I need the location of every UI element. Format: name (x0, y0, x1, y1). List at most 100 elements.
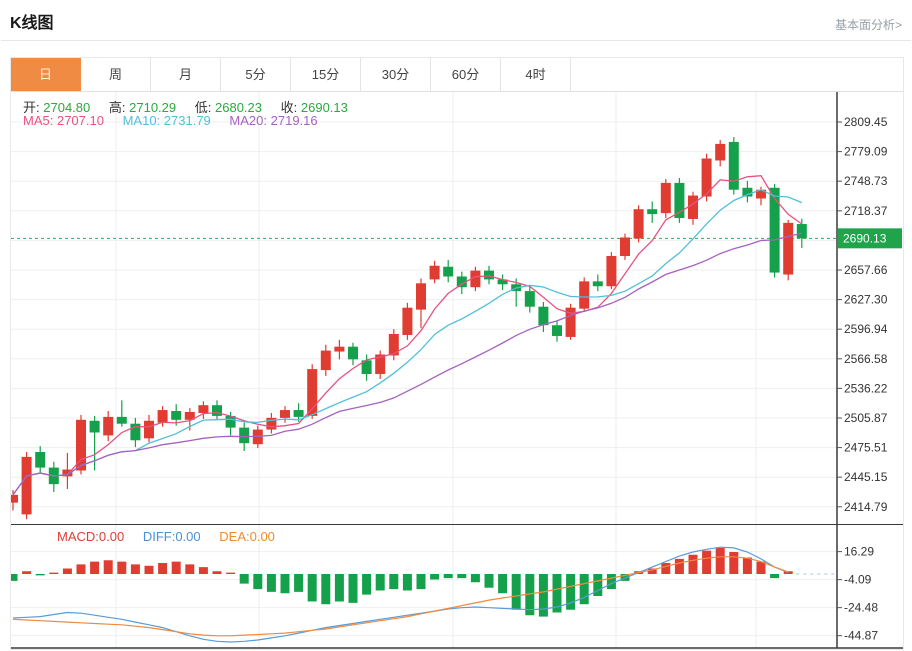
macd-bar (22, 571, 31, 574)
macd-bar (199, 567, 208, 574)
fundamental-analysis-link[interactable]: 基本面分析> (835, 16, 902, 33)
tab-week[interactable]: 周 (81, 58, 151, 91)
candle-body (783, 223, 793, 275)
macd-bar (675, 559, 684, 574)
tab-day[interactable]: 日 (11, 58, 81, 91)
macd-bar (607, 574, 616, 589)
candle-body (321, 351, 331, 370)
candle-body (430, 266, 440, 280)
candle-body (729, 142, 739, 190)
candlestick-series (11, 137, 807, 519)
svg-text:2414.79: 2414.79 (844, 500, 888, 514)
candle-body (443, 267, 453, 277)
macd-bar (485, 574, 494, 588)
chart-body[interactable]: 2809.452779.092748.732718.372657.662627.… (11, 92, 903, 649)
macd-bar (403, 574, 412, 590)
macd-bar (253, 574, 262, 589)
svg-text:2475.51: 2475.51 (844, 441, 888, 455)
tab-15min[interactable]: 15分 (291, 58, 361, 91)
candle-body (620, 237, 630, 256)
macd-bar (743, 558, 752, 574)
svg-text:2627.30: 2627.30 (844, 293, 888, 307)
macd-bar (716, 548, 725, 574)
svg-text:2536.22: 2536.22 (844, 381, 888, 395)
price-axis-labels: 2809.452779.092748.732718.372657.662627.… (837, 115, 888, 514)
header-divider (1, 40, 911, 41)
macd-bar (36, 574, 45, 575)
macd-bar (77, 564, 86, 574)
macd-bar (498, 574, 507, 593)
candle-body (212, 405, 222, 416)
macd-bar (267, 574, 276, 592)
svg-text:-24.48: -24.48 (844, 601, 878, 615)
macd-bar (145, 566, 154, 574)
macd-bar (158, 563, 167, 574)
candle-body (552, 325, 562, 336)
macd-bar (729, 552, 738, 574)
diff-line (13, 547, 788, 642)
tab-month[interactable]: 月 (151, 58, 221, 91)
svg-text:2748.73: 2748.73 (844, 174, 888, 188)
macd-bar (389, 574, 398, 589)
kline-chart-svg[interactable]: 2809.452779.092748.732718.372657.662627.… (11, 92, 903, 649)
macd-bar (770, 574, 779, 578)
macd-bar (335, 574, 344, 601)
candle-body (348, 347, 358, 360)
candle-body (334, 347, 344, 352)
candle-body (661, 183, 671, 213)
candle-body (538, 307, 548, 326)
svg-text:16.29: 16.29 (844, 545, 874, 559)
macd-bar (213, 571, 222, 574)
macd-bar (661, 563, 670, 574)
macd-bar (172, 562, 181, 574)
candle-body (280, 410, 290, 418)
candle-body (688, 196, 698, 219)
tab-5min[interactable]: 5分 (221, 58, 291, 91)
macd-bar (294, 574, 303, 592)
macd-bar (512, 574, 521, 610)
candle-body (525, 291, 535, 307)
tab-4hour[interactable]: 4时 (501, 58, 571, 91)
macd-bar (308, 574, 317, 601)
page-header: K线图 基本面分析> (0, 0, 912, 40)
tab-30min[interactable]: 30分 (361, 58, 431, 91)
tab-60min[interactable]: 60分 (431, 58, 501, 91)
macd-bar (226, 573, 235, 574)
ma20-line (13, 233, 802, 495)
candle-body (171, 411, 181, 420)
macd-bar (281, 574, 290, 593)
candle-body (634, 209, 644, 238)
timeframe-tabs: 日周月5分15分30分60分4时 (11, 58, 903, 92)
candle-body (35, 452, 45, 468)
macd-bar (539, 574, 548, 617)
kline-widget: 日周月5分15分30分60分4时 2809.452779.092748.7327… (10, 57, 904, 650)
dea-line (13, 557, 788, 636)
macd-bar (457, 574, 466, 578)
svg-text:2505.87: 2505.87 (844, 411, 888, 425)
candle-body (198, 405, 208, 413)
macd-axis-labels: 16.29-4.09-24.48-44.87 (837, 545, 878, 643)
svg-text:2779.09: 2779.09 (844, 145, 888, 159)
macd-bar (430, 574, 439, 579)
svg-text:-44.87: -44.87 (844, 629, 878, 643)
current-price-badge: 2690.13 (838, 228, 902, 248)
candle-body (416, 283, 426, 309)
candle-body (579, 281, 589, 308)
macd-bar (689, 555, 698, 574)
macd-bar (417, 574, 426, 589)
macd-bar (580, 574, 589, 604)
svg-text:2596.94: 2596.94 (844, 322, 888, 336)
candle-body (90, 421, 100, 433)
svg-text:2566.58: 2566.58 (844, 352, 888, 366)
candle-body (593, 281, 603, 286)
macd-bar (471, 574, 480, 582)
candle-body (22, 457, 32, 515)
macd-bar (63, 569, 72, 574)
macd-bar (702, 551, 711, 574)
svg-text:2445.15: 2445.15 (844, 470, 888, 484)
macd-bar (444, 574, 453, 578)
macd-bar (240, 574, 249, 584)
macd-bar (90, 562, 99, 574)
page-title: K线图 (10, 9, 54, 33)
candle-body (606, 256, 616, 286)
